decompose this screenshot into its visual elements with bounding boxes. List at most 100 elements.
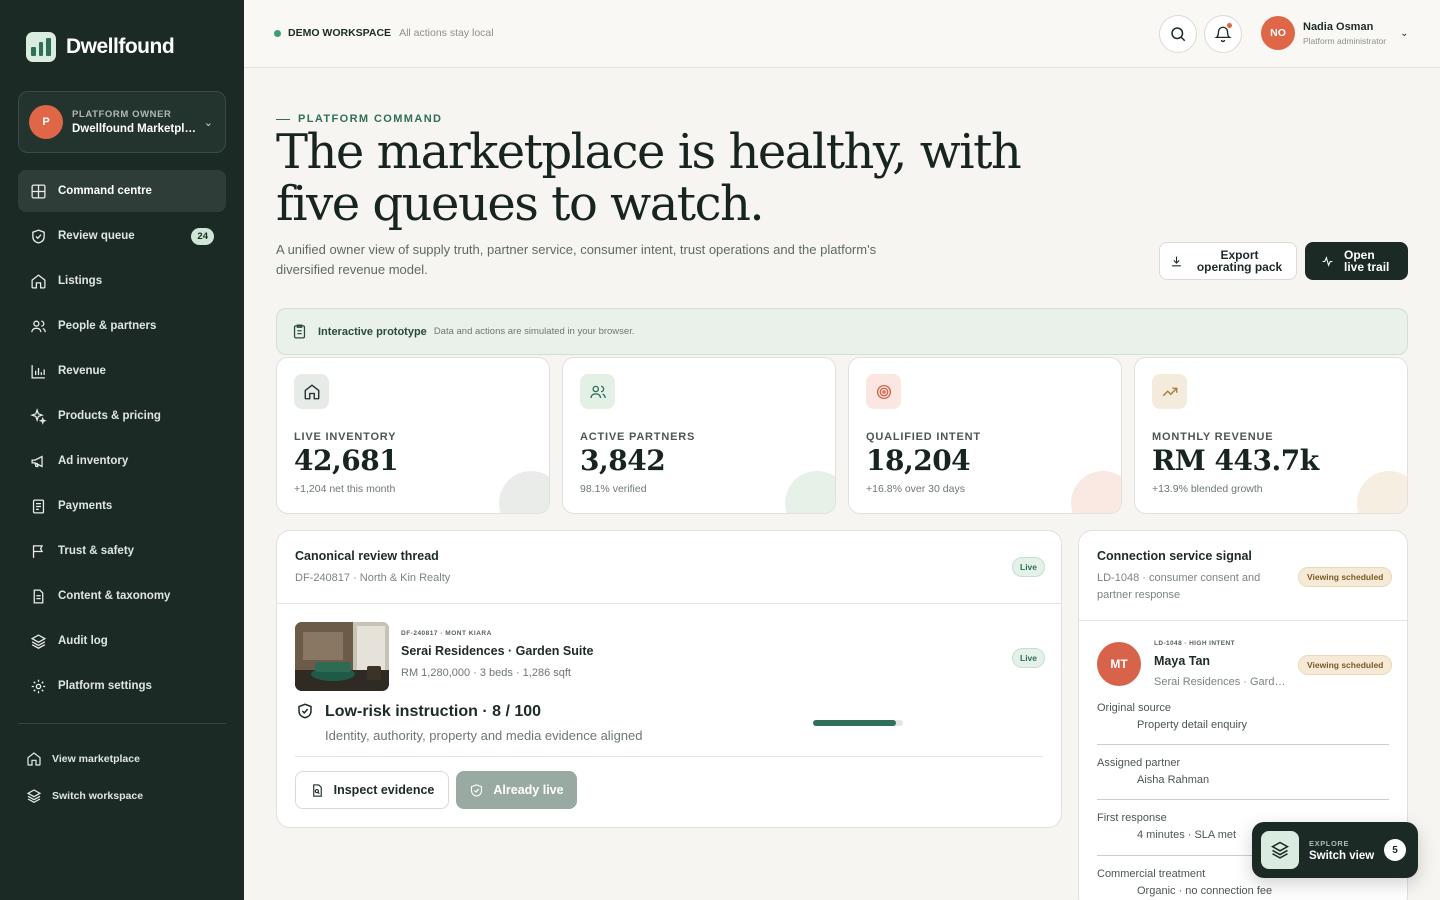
- stat-card-qualified-intent[interactable]: QUALIFIED INTENT 18,204 +16.8% over 30 d…: [848, 357, 1122, 514]
- trend-up-icon: [1162, 387, 1177, 396]
- page-description: A unified owner view of supply truth, pa…: [276, 242, 877, 277]
- user-menu[interactable]: NO Nadia Osman Platform administrator ⌄: [1261, 16, 1409, 50]
- view-marketplace-link[interactable]: View marketplace: [26, 740, 226, 777]
- stat-value: 18,204: [866, 444, 971, 477]
- button-label: Already live: [493, 783, 564, 797]
- nav-label: Products & pricing: [58, 410, 161, 422]
- lead-property: Serai Residences · Garden Suite: [1154, 676, 1286, 688]
- nav-label: People & partners: [58, 320, 157, 332]
- lead-status-badge: Viewing scheduled: [1298, 655, 1393, 675]
- already-live-button[interactable]: Already live: [456, 771, 577, 809]
- stat-icon-wrap: [294, 374, 329, 409]
- button-label: Inspect evidence: [333, 783, 435, 797]
- nav-label: Command centre: [58, 185, 152, 197]
- sidebar: Dwellfound P PLATFORM OWNER Dwellfound M…: [0, 0, 244, 900]
- nav-item-people-partners[interactable]: People & partners: [18, 305, 226, 347]
- shield-check-icon: [32, 228, 45, 244]
- workspace-switcher[interactable]: P PLATFORM OWNER Dwellfound Marketplace …: [18, 91, 226, 153]
- nav-label: Payments: [58, 500, 113, 512]
- layers-icon: [26, 788, 42, 803]
- lead-meta: LD-1048 · HIGH INTENT: [1154, 640, 1235, 647]
- notifications-button[interactable]: [1204, 15, 1242, 53]
- status-dot: [274, 29, 281, 37]
- nav-label: Audit log: [58, 635, 108, 647]
- button-label: Export operating pack: [1196, 248, 1283, 274]
- avatar: NO: [1261, 16, 1295, 50]
- card-subtitle: LD-1048 · consumer consent and partner r…: [1097, 572, 1261, 601]
- fab-title: Switch view: [1309, 849, 1375, 862]
- nav-item-listings[interactable]: Listings: [18, 260, 226, 302]
- nav-item-platform-settings[interactable]: Platform settings: [18, 665, 226, 707]
- detail-row: Original source Property detail enquiry: [1097, 702, 1389, 731]
- nav-item-revenue[interactable]: Revenue: [18, 350, 226, 392]
- stat-card-monthly-revenue[interactable]: MONTHLY REVENUE RM 443.7k +13.9% blended…: [1134, 357, 1408, 514]
- divider: [18, 723, 226, 724]
- detail-value: Organic · no connection fee: [1137, 885, 1273, 897]
- stat-label: QUALIFIED INTENT: [866, 431, 981, 443]
- card-title: Connection service signal: [1097, 549, 1252, 563]
- nav-item-content-taxonomy[interactable]: Content & taxonomy: [18, 575, 226, 617]
- stat-subtext: +1,204 net this month: [294, 483, 396, 495]
- risk-progress-fill: [813, 720, 896, 726]
- stat-card-live-inventory[interactable]: LIVE INVENTORY 42,681 +1,204 net this mo…: [276, 357, 550, 514]
- users-icon: [31, 320, 46, 332]
- home-icon: [304, 383, 319, 399]
- export-operating-pack-button[interactable]: Export operating pack: [1159, 242, 1297, 280]
- listing-thumbnail[interactable]: [295, 622, 389, 691]
- stat-card-active-partners[interactable]: ACTIVE PARTNERS 3,842 98.1% verified: [562, 357, 836, 514]
- brand-name: Dwellfound: [66, 35, 175, 58]
- nav-item-command-centre[interactable]: Command centre: [18, 170, 226, 212]
- divider: [295, 756, 1043, 757]
- listing-status-badge: Live: [1012, 648, 1046, 668]
- listing-photo: [295, 622, 389, 691]
- nav-label: Listings: [58, 275, 103, 287]
- stat-subtext: 98.1% verified: [580, 483, 647, 495]
- sparkles-icon: [30, 407, 47, 425]
- chevron-down-icon: ⌄: [1400, 27, 1409, 39]
- review-thread-card: Canonical review thread DF-240817 · Nort…: [276, 530, 1062, 828]
- clipboard-icon: [293, 324, 306, 339]
- search-button[interactable]: [1159, 15, 1197, 53]
- inspect-evidence-button[interactable]: Inspect evidence: [295, 771, 449, 809]
- brand-logo[interactable]: Dwellfound: [26, 32, 175, 62]
- activity-icon: [1322, 255, 1333, 267]
- decorative-blob: [499, 471, 549, 513]
- lead-name[interactable]: Maya Tan: [1154, 654, 1210, 668]
- nav-item-trust-safety[interactable]: Trust & safety: [18, 530, 226, 572]
- nav-label: Ad inventory: [58, 455, 129, 467]
- top-bar: DEMO WORKSPACE All actions stay local NO…: [244, 0, 1440, 68]
- card-header: Connection service signal LD-1048 · cons…: [1079, 531, 1407, 621]
- switch-view-button[interactable]: EXPLORE Switch view 5: [1252, 822, 1418, 878]
- nav-item-ad-inventory[interactable]: Ad inventory: [18, 440, 226, 482]
- secondary-nav: View marketplace Switch workspace: [26, 740, 226, 814]
- nav-label: Content & taxonomy: [58, 590, 171, 602]
- divider: [1097, 799, 1389, 800]
- nav-label: Revenue: [58, 365, 106, 377]
- bar-chart-icon: [31, 364, 45, 379]
- workspace-role: PLATFORM OWNER: [72, 109, 172, 120]
- chevron-down-icon: ⌄: [203, 116, 213, 129]
- detail-key: Original source: [1097, 702, 1171, 714]
- decorative-blob: [785, 471, 835, 513]
- nav-item-audit-log[interactable]: Audit log: [18, 620, 226, 662]
- risk-score-title: Low-risk instruction · 8 / 100: [325, 703, 542, 720]
- listing-name[interactable]: Serai Residences · Garden Suite: [401, 644, 593, 658]
- divider: [1097, 744, 1389, 745]
- demo-workspace-indicator: DEMO WORKSPACE All actions stay local: [274, 27, 494, 39]
- receipt-icon: [32, 498, 45, 514]
- home-icon: [27, 751, 41, 766]
- card-subtitle: DF-240817 · North & Kin Realty: [295, 572, 451, 584]
- switch-workspace-link[interactable]: Switch workspace: [26, 777, 226, 814]
- banner-title: Interactive prototype: [318, 325, 427, 338]
- grid-icon: [31, 183, 46, 199]
- banner-subtitle: Data and actions are simulated in your b…: [433, 326, 635, 337]
- fab-kicker: EXPLORE: [1309, 838, 1350, 848]
- nav-item-review-queue[interactable]: Review queue 24: [18, 215, 226, 257]
- nav-label: Switch workspace: [52, 789, 144, 802]
- open-live-trail-button[interactable]: Open live trail: [1305, 242, 1408, 280]
- nav-item-payments[interactable]: Payments: [18, 485, 226, 527]
- nav-item-products-pricing[interactable]: Products & pricing: [18, 395, 226, 437]
- stat-label: LIVE INVENTORY: [294, 431, 397, 443]
- layers-icon: [1270, 841, 1290, 859]
- demo-title: DEMO WORKSPACE: [288, 27, 392, 39]
